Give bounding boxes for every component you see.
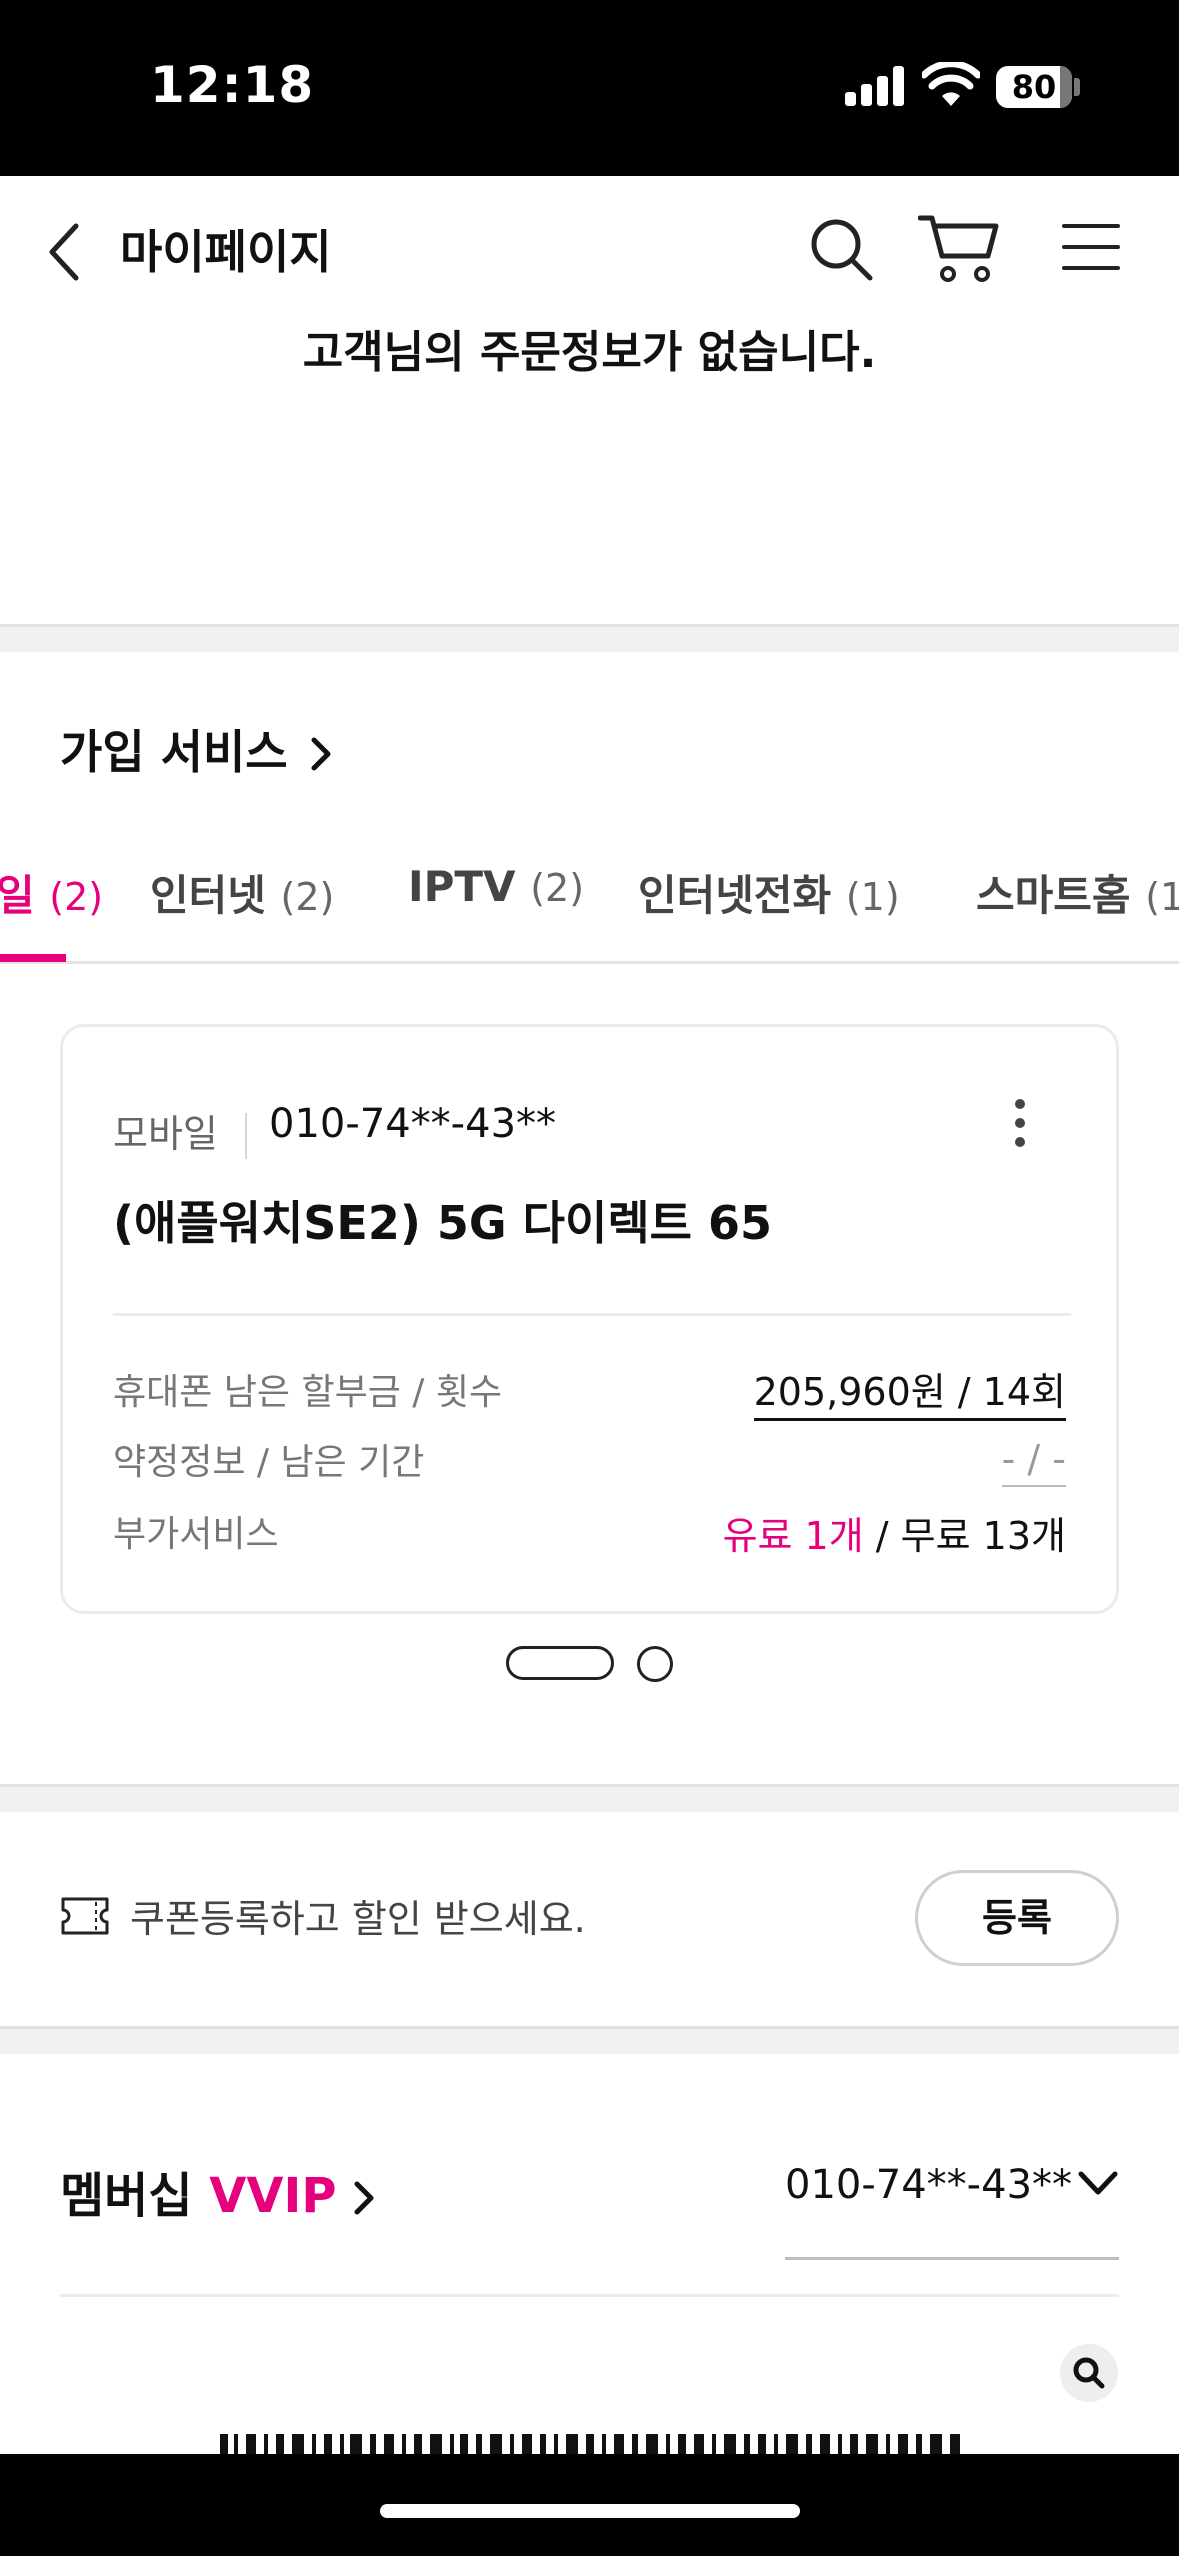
section-divider: [0, 2026, 1179, 2054]
pager-dot[interactable]: [637, 1646, 673, 1682]
chevron-right-icon: [354, 2181, 374, 2215]
addon-label: 부가서비스: [113, 1514, 279, 1555]
addon-free[interactable]: 무료 13개: [901, 1514, 1066, 1558]
coupon-prompt: 쿠폰등록하고 할인 받으세요.: [130, 1897, 586, 1941]
membership-grade: VVIP: [209, 2168, 337, 2224]
plan-name: (애플워치SE2) 5G 다이렉트 65: [113, 1196, 772, 1250]
top-navigation-bar: 마이페이지: [0, 176, 1179, 326]
battery-icon: 80: [996, 66, 1072, 108]
tab-mobile[interactable]: 일 (2): [0, 862, 103, 923]
more-options-icon[interactable]: [1013, 1099, 1027, 1153]
card-divider: [113, 1313, 1071, 1316]
active-tab-indicator: [0, 954, 66, 962]
page-title: 마이페이지: [120, 225, 332, 279]
vertical-separator: [245, 1113, 247, 1159]
back-chevron-icon[interactable]: [44, 220, 84, 284]
search-icon[interactable]: [808, 216, 874, 282]
chevron-right-icon: [311, 737, 331, 771]
tab-iptv[interactable]: IPTV (2): [408, 862, 584, 911]
section-divider: [0, 624, 1179, 652]
battery-level: 80: [1011, 68, 1057, 106]
membership-label: 멤버십: [60, 2168, 193, 2224]
wifi-icon: [922, 62, 980, 106]
tab-internet-phone[interactable]: 인터넷전화 (1): [638, 862, 900, 923]
membership-number-select[interactable]: 010-74**-43**: [785, 2140, 1119, 2260]
coupon-icon: [61, 1897, 109, 1935]
membership-title[interactable]: 멤버십 VVIP: [60, 2156, 375, 2226]
cellular-signal-icon: [845, 66, 905, 106]
service-card[interactable]: 모바일 010-74**-43** (애플워치SE2) 5G 다이렉트 65 휴…: [60, 1024, 1119, 1614]
barcode-zoom-button[interactable]: [1060, 2344, 1118, 2402]
coupon-register-button[interactable]: 등록: [915, 1870, 1119, 1966]
subscription-title-text: 가입 서비스: [60, 725, 288, 779]
installment-value[interactable]: 205,960원 / 14회: [753, 1361, 1066, 1421]
hamburger-menu-icon[interactable]: [1062, 220, 1120, 274]
membership-divider: [60, 2294, 1119, 2297]
home-indicator-bar: [0, 2454, 1179, 2556]
search-icon: [1073, 2357, 1105, 2389]
home-indicator[interactable]: [380, 2504, 800, 2518]
section-divider: [0, 1784, 1179, 1812]
status-bar: 12:18 80: [0, 0, 1179, 176]
service-type: 모바일: [113, 1112, 218, 1156]
phone-number: 010-74**-43**: [269, 1101, 557, 1147]
membership-number: 010-74**-43**: [785, 2162, 1073, 2208]
addon-paid[interactable]: 유료 1개: [723, 1514, 864, 1558]
subscription-tabs: 일 (2) 인터넷 (2) IPTV (2) 인터넷전화 (1) 스마트홈 (1: [0, 850, 1179, 964]
contract-label: 약정정보 / 남은 기간: [113, 1442, 425, 1483]
card-pager: [0, 1646, 1179, 1686]
pager-active-indicator[interactable]: [506, 1646, 614, 1680]
installment-label: 휴대폰 남은 할부금 / 횟수: [113, 1372, 503, 1413]
tab-smarthome[interactable]: 스마트홈 (1: [976, 862, 1179, 923]
status-time: 12:18: [150, 56, 315, 114]
subscription-section-title[interactable]: 가입 서비스: [60, 716, 332, 782]
addon-value[interactable]: 유료 1개 / 무료 13개: [723, 1505, 1066, 1560]
empty-order-message: 고객님의 주문정보가 없습니다.: [302, 327, 877, 378]
chevron-down-icon: [1078, 2171, 1118, 2195]
cart-icon[interactable]: [918, 212, 1000, 284]
tab-internet[interactable]: 인터넷 (2): [150, 862, 334, 923]
contract-value[interactable]: - / -: [1001, 1437, 1066, 1487]
membership-barcode: [220, 2434, 960, 2454]
